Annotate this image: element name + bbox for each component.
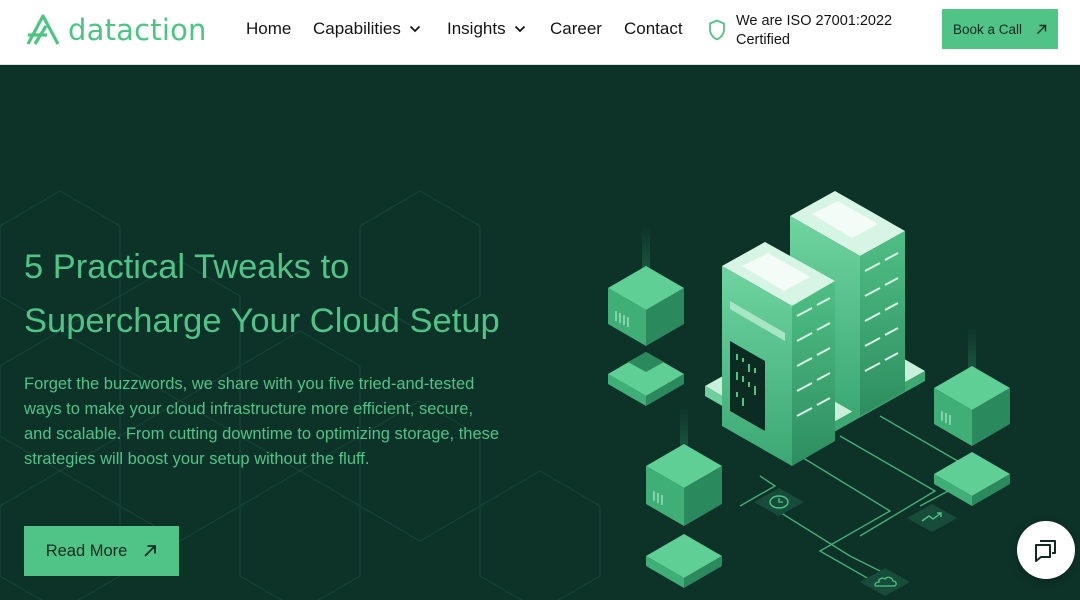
- nav-contact-label: Contact: [624, 19, 683, 38]
- logo-text: dataction: [68, 13, 207, 47]
- hero-body-text: Forget the buzzwords, we share with you …: [24, 375, 500, 468]
- nav-career-label: Career: [550, 19, 602, 38]
- clock-icon: [754, 488, 804, 516]
- nav-home-label: Home: [246, 19, 292, 38]
- hero-section: 5 Practical Tweaks to Supercharge Your C…: [0, 66, 1080, 600]
- hero-headline-line-1: 5 Practical Tweaks to: [24, 248, 350, 286]
- nav-capabilities-label: Capabilities: [313, 19, 401, 38]
- hero-headline-line-2: Supercharge Your Cloud Setup: [24, 302, 500, 340]
- arrow-up-right-icon: [144, 545, 157, 557]
- iso-badge: We are ISO 27001:2022 Certified: [708, 12, 896, 50]
- site-header: dataction Home Capabilities Insights Car…: [0, 0, 1080, 65]
- cloud-icon: [860, 568, 910, 596]
- chat-widget-button[interactable]: [1017, 521, 1075, 579]
- shield-icon: [709, 19, 725, 41]
- read-more-label: Read More: [45, 541, 128, 560]
- chat-icon: [1035, 540, 1056, 562]
- iso-line-1: We are ISO 27001:2022: [736, 13, 893, 29]
- book-a-call-label: Book a Call: [952, 21, 1023, 37]
- cloud-servers-illustration: [608, 191, 1010, 592]
- iso-line-2: Certified: [736, 32, 790, 48]
- arrow-up-right-icon: [1037, 24, 1047, 34]
- hero-headline: 5 Practical Tweaks to Supercharge Your C…: [24, 240, 544, 348]
- read-more-button[interactable]: Read More: [24, 526, 179, 576]
- book-a-call-button[interactable]: Book a Call: [942, 9, 1058, 49]
- chevron-down-icon: [409, 25, 421, 33]
- logo-mark-icon: [26, 14, 60, 45]
- nav-home[interactable]: Home: [246, 19, 291, 39]
- trend-up-icon: [907, 504, 957, 532]
- nav-insights[interactable]: Insights: [447, 19, 526, 39]
- logo[interactable]: dataction: [25, 13, 207, 47]
- nav-capabilities[interactable]: Capabilities: [313, 19, 421, 39]
- iso-text: We are ISO 27001:2022 Certified: [736, 12, 896, 50]
- nav-contact[interactable]: Contact: [624, 19, 683, 39]
- nav-career[interactable]: Career: [550, 19, 602, 39]
- chevron-down-icon: [514, 25, 525, 33]
- nav-insights-label: Insights: [447, 19, 506, 38]
